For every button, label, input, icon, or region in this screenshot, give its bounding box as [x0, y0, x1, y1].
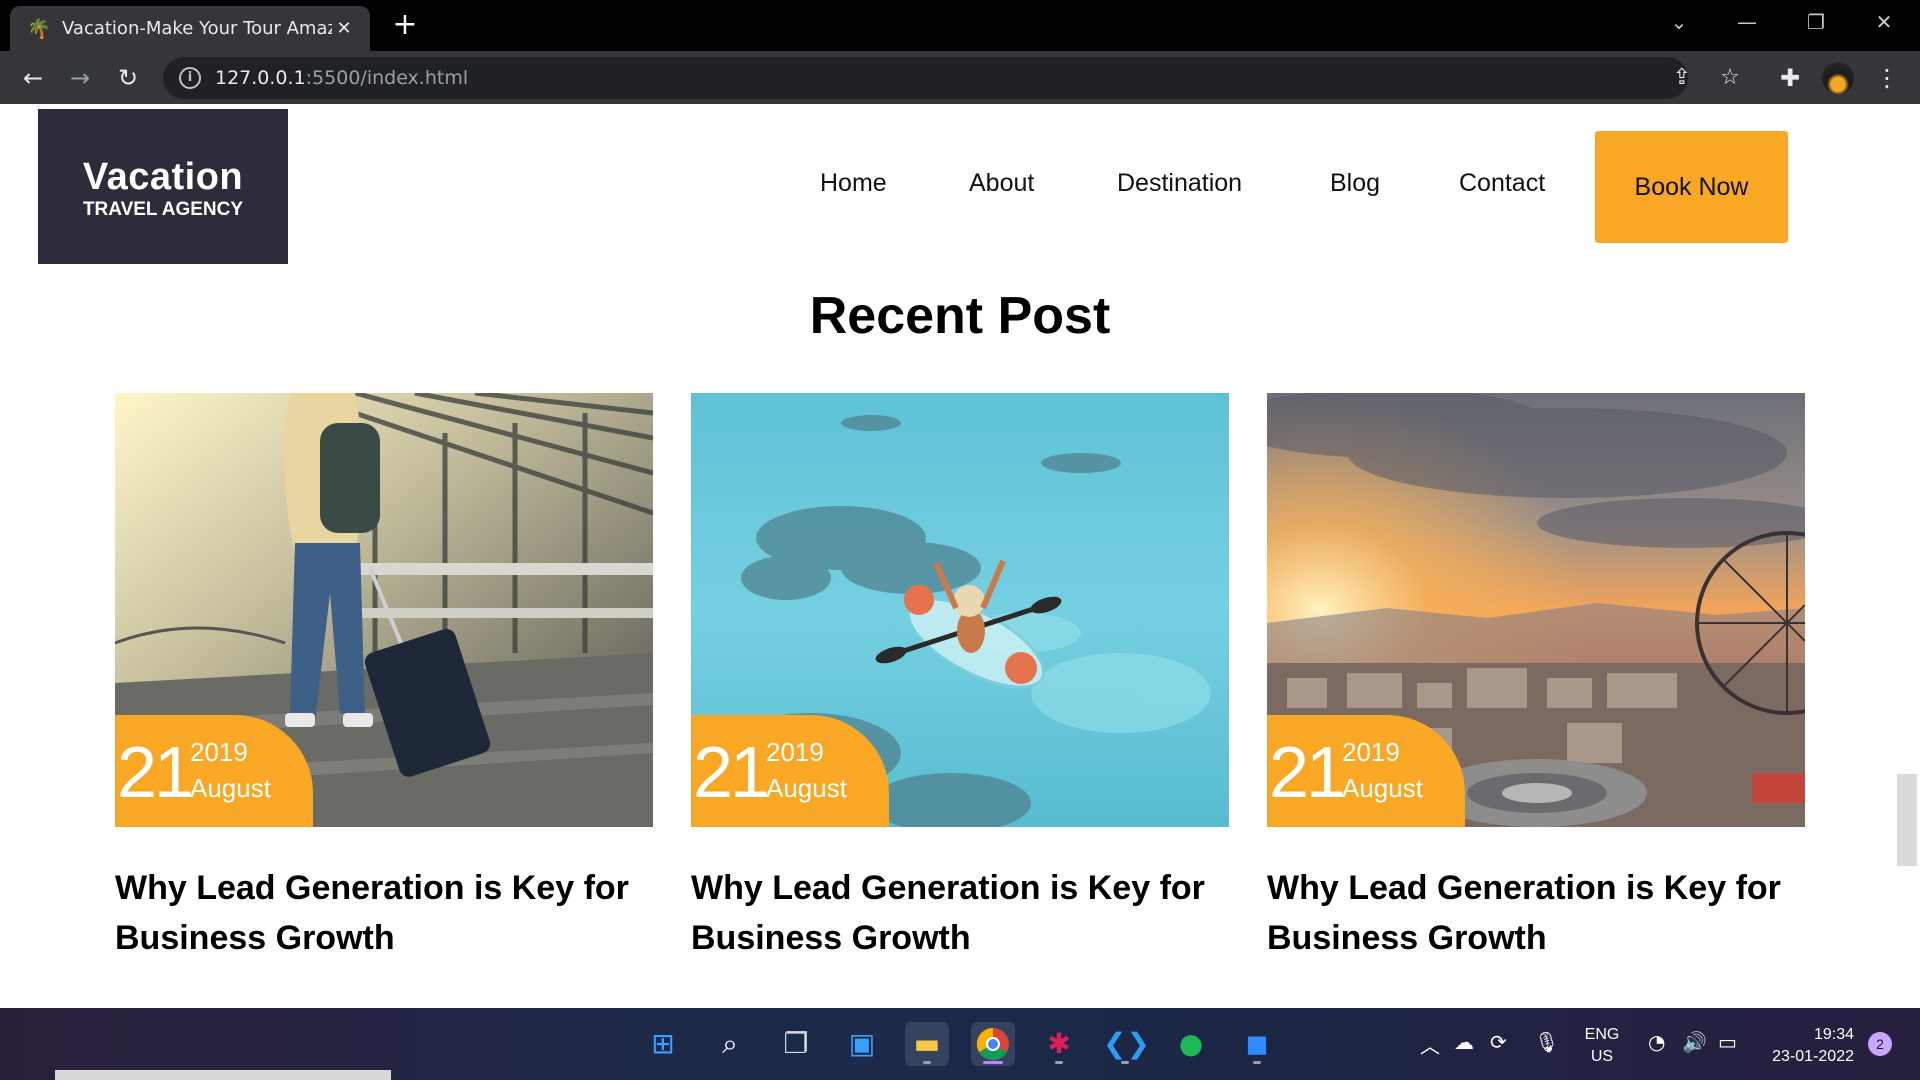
- chrome-icon[interactable]: [971, 1022, 1015, 1066]
- nav-about[interactable]: About: [969, 169, 1034, 198]
- date-badge: 21 2019 August: [691, 715, 889, 827]
- running-indicator: [1253, 1061, 1261, 1064]
- date-year: 2019: [190, 737, 248, 767]
- running-indicator: [1055, 1061, 1063, 1064]
- web-page: Vacation TRAVEL AGENCY Home About Destin…: [0, 104, 1920, 1008]
- sync-icon[interactable]: ⟳: [1490, 1030, 1507, 1054]
- back-button[interactable]: ←: [16, 61, 50, 95]
- palm-tree-favicon-icon: 🌴: [27, 17, 51, 40]
- start-icon[interactable]: ⊞: [641, 1022, 685, 1066]
- windows-taskbar: ⊞ ⌕ ❐ ▣ ▬ ✱ ❮❯ ● ◼ ︿ ☁ ⟳ 🎙 ENG US ◔ 🔊 ▭ …: [0, 1008, 1920, 1080]
- clock-date: 23-01-2022: [1772, 1048, 1854, 1065]
- date-month: August: [190, 773, 271, 803]
- tab-title: Vacation-Make Your Tour Amazin: [62, 18, 332, 39]
- nav-home[interactable]: Home: [820, 169, 887, 198]
- clock-time: 19:34: [1813, 1026, 1854, 1043]
- post-image-kayak[interactable]: 21 2019 August: [691, 393, 1229, 827]
- microphone-icon[interactable]: 🎙: [1534, 1030, 1559, 1054]
- url-text[interactable]: 127.0.0.1:5500/index.html: [215, 67, 468, 89]
- post-card[interactable]: 21 2019 August Why Lead Generation is Ke…: [115, 393, 653, 963]
- browser-tab-strip: 🌴 Vacation-Make Your Tour Amazin ✕ + ⌄ —…: [0, 0, 1920, 51]
- logo-subtitle: TRAVEL AGENCY: [82, 199, 244, 220]
- extensions-icon[interactable]: ✚: [1773, 61, 1807, 95]
- lang-code: ENG: [1584, 1026, 1620, 1043]
- menu-kebab-icon[interactable]: ⋮: [1870, 61, 1904, 95]
- date-month: August: [766, 773, 847, 803]
- post-image-city[interactable]: 21 2019 August: [1267, 393, 1805, 827]
- new-tab-button[interactable]: +: [388, 8, 422, 42]
- zoom-icon[interactable]: ◼: [1235, 1022, 1279, 1066]
- slack-icon[interactable]: ✱: [1037, 1022, 1081, 1066]
- date-badge: 21 2019 August: [115, 715, 313, 827]
- show-hidden-icons-icon[interactable]: ︿: [1420, 1030, 1440, 1059]
- date-day: 21: [1269, 733, 1346, 813]
- nav-contact[interactable]: Contact: [1459, 169, 1545, 198]
- date-year: 2019: [766, 737, 824, 767]
- book-now-button[interactable]: Book Now: [1595, 131, 1788, 243]
- site-logo[interactable]: Vacation TRAVEL AGENCY: [38, 109, 288, 264]
- post-card[interactable]: 21 2019 August Why Lead Generation is Ke…: [691, 393, 1229, 963]
- tab-search-chevron-icon[interactable]: ⌄: [1657, 6, 1701, 38]
- restore-button[interactable]: ❐: [1794, 6, 1838, 38]
- date-day: 21: [117, 733, 194, 813]
- close-tab-icon[interactable]: ✕: [332, 18, 356, 39]
- post-title[interactable]: Why Lead Generation is Key for Business …: [1267, 863, 1805, 963]
- task-view-icon[interactable]: ❐: [774, 1022, 818, 1066]
- window-preview-thumbnail[interactable]: [55, 1070, 391, 1080]
- address-bar[interactable]: i 127.0.0.1:5500/index.html ⇪ ☆: [163, 57, 1740, 99]
- bookmark-star-icon[interactable]: ☆: [1713, 61, 1747, 95]
- forward-button[interactable]: →: [63, 61, 97, 95]
- file-explorer-icon[interactable]: ▬: [905, 1022, 949, 1066]
- active-indicator: [983, 1061, 1003, 1064]
- share-icon[interactable]: ⇪: [1665, 61, 1699, 95]
- wifi-icon[interactable]: ◔: [1648, 1030, 1665, 1054]
- browser-tab[interactable]: 🌴 Vacation-Make Your Tour Amazin ✕: [10, 6, 370, 51]
- date-badge: 21 2019 August: [1267, 715, 1465, 827]
- post-title[interactable]: Why Lead Generation is Key for Business …: [691, 863, 1229, 963]
- post-card[interactable]: 21 2019 August Why Lead Generation is Ke…: [1267, 393, 1805, 963]
- browser-toolbar: ← → ↻ i 127.0.0.1:5500/index.html ⇪ ☆ ✚ …: [0, 51, 1920, 104]
- battery-icon[interactable]: ▭: [1718, 1030, 1737, 1054]
- notification-badge[interactable]: 2: [1868, 1032, 1892, 1056]
- spotify-icon[interactable]: ●: [1169, 1022, 1213, 1066]
- page-scrollbar-thumb[interactable]: [1897, 774, 1917, 866]
- system-clock[interactable]: 19:34 23-01-2022: [1760, 1024, 1854, 1068]
- date-day: 21: [693, 733, 770, 813]
- section-title: Recent Post: [809, 287, 1111, 345]
- running-indicator: [1121, 1061, 1129, 1064]
- region-code: US: [1590, 1048, 1614, 1065]
- minimize-button[interactable]: —: [1725, 6, 1769, 38]
- nav-destination[interactable]: Destination: [1117, 169, 1242, 198]
- post-title[interactable]: Why Lead Generation is Key for Business …: [115, 863, 653, 963]
- volume-icon[interactable]: 🔊: [1682, 1030, 1707, 1054]
- logo-title: Vacation: [82, 156, 244, 198]
- chrome-logo-icon: [976, 1027, 1009, 1061]
- vscode-icon[interactable]: ❮❯: [1103, 1022, 1150, 1066]
- profile-avatar[interactable]: [1822, 62, 1854, 94]
- onedrive-cloud-icon[interactable]: ☁: [1454, 1030, 1474, 1054]
- close-window-button[interactable]: ✕: [1862, 6, 1906, 38]
- running-indicator: [923, 1061, 931, 1064]
- widgets-icon[interactable]: ▣: [840, 1022, 884, 1066]
- post-image-airport[interactable]: 21 2019 August: [115, 393, 653, 827]
- date-year: 2019: [1342, 737, 1400, 767]
- nav-blog[interactable]: Blog: [1330, 169, 1380, 198]
- reload-button[interactable]: ↻: [111, 61, 145, 95]
- date-month: August: [1342, 773, 1423, 803]
- language-indicator[interactable]: ENG US: [1580, 1024, 1624, 1068]
- site-info-icon[interactable]: i: [179, 67, 201, 89]
- search-icon[interactable]: ⌕: [708, 1022, 752, 1066]
